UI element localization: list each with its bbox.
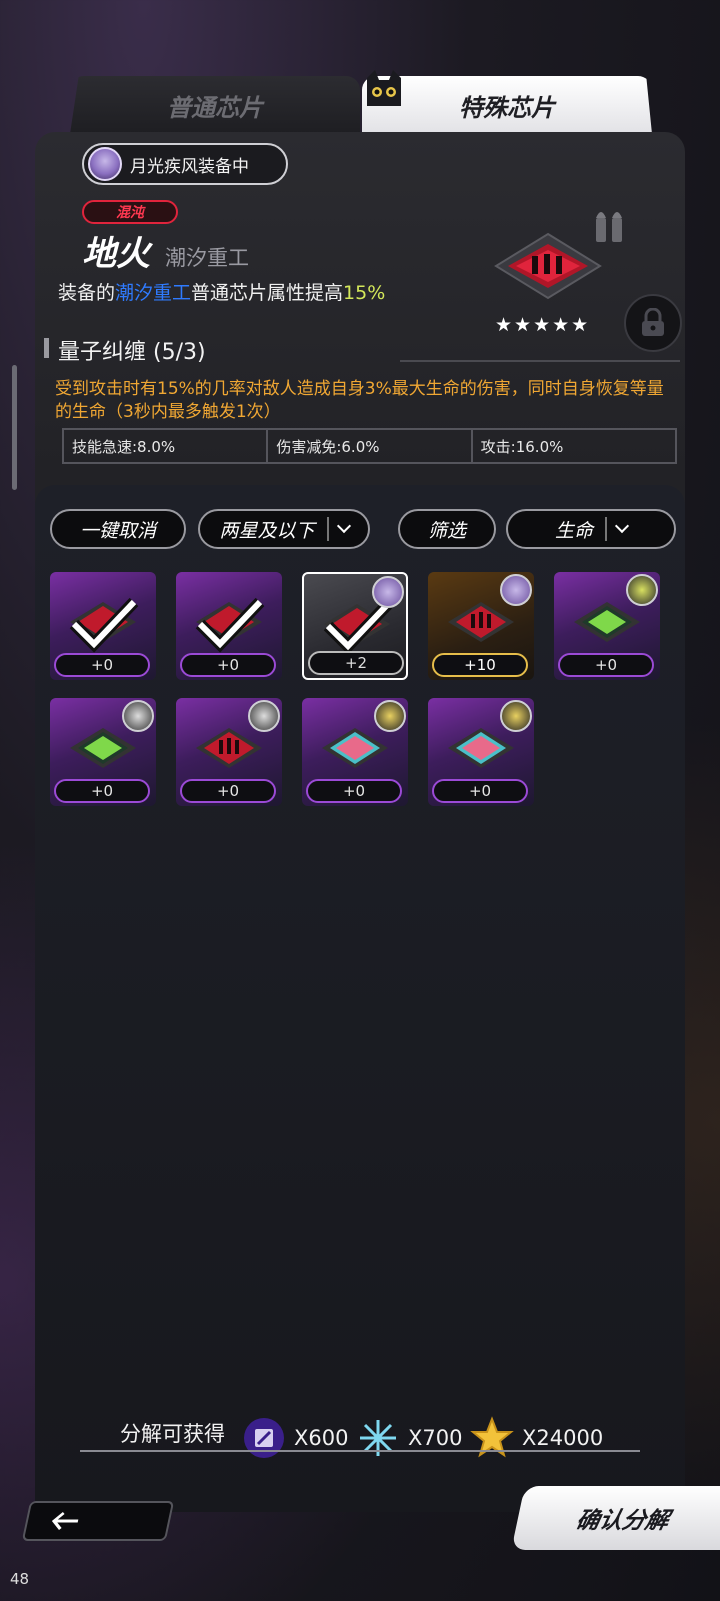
gold-star-icon — [470, 1416, 514, 1458]
reward-item: X600 — [242, 1416, 348, 1460]
reward-item: X700 — [356, 1416, 462, 1460]
rarity-badge: 混沌 — [82, 200, 178, 224]
sort-dropdown[interactable]: 生命 — [506, 509, 676, 549]
chevron-down-icon — [614, 518, 630, 534]
green-chip-icon — [70, 728, 136, 768]
tab-special-chips[interactable]: 特殊芯片 — [362, 76, 652, 134]
filter-label: 筛选 — [427, 519, 466, 542]
stat-table: 技能急速:8.0% 伤害减免:6.0% 攻击:16.0% — [62, 428, 677, 464]
chip-level: +0 — [54, 653, 150, 677]
pink-chip-icon — [322, 728, 388, 768]
crystal-icon — [360, 1420, 396, 1456]
equipped-by-pill[interactable]: 月光疾风装备中 — [82, 143, 288, 185]
avatar — [500, 574, 532, 606]
sort-label: 生命 — [554, 519, 593, 542]
set-description: 受到攻击时有15%的几率对敌人造成自身3%最大生命的伤害，同时自身恢复等量的生命… — [55, 379, 664, 422]
chip-preview-icon — [494, 232, 602, 300]
ammo-icon — [596, 212, 622, 242]
chip-level: +2 — [308, 651, 404, 675]
confirm-label: 确认分解 — [573, 1508, 672, 1534]
chevron-down-icon — [336, 518, 351, 534]
avatar — [122, 700, 154, 732]
cat-mascot-icon — [367, 70, 401, 106]
avatar — [372, 576, 404, 608]
chip-bonus-text: 装备的潮汐重工普通芯片属性提高15% — [58, 278, 385, 305]
avatar — [500, 700, 532, 732]
stat-skill-haste: 技能急速:8.0% — [64, 430, 269, 462]
back-button[interactable] — [21, 1501, 175, 1541]
star-filter-label: 两星及以下 — [219, 519, 315, 542]
chip-card[interactable]: +0 — [176, 698, 282, 806]
cancel-all-button[interactable]: 一键取消 — [50, 509, 186, 549]
chip-card[interactable]: +0 — [50, 572, 156, 680]
chip-name: 地火 — [82, 234, 150, 274]
equipped-by-label: 月光疾风装备中 — [130, 156, 249, 177]
filter-button[interactable]: 筛选 — [398, 509, 496, 549]
chip-card[interactable]: +0 — [50, 698, 156, 806]
cancel-all-label: 一键取消 — [79, 519, 156, 542]
avatar — [626, 574, 658, 606]
checkmark-icon — [195, 597, 265, 653]
lock-icon — [642, 308, 664, 336]
set-title: 量子纠缠 (5/3) — [58, 340, 206, 365]
tab-normal-chips[interactable]: 普通芯片 — [70, 76, 360, 134]
red-chip-icon — [448, 602, 514, 642]
divider — [400, 360, 680, 362]
back-arrow-icon — [51, 1511, 79, 1531]
green-chip-icon — [574, 602, 640, 642]
chip-level: +0 — [432, 779, 528, 803]
reward-amount: X24000 — [522, 1426, 604, 1450]
chip-card[interactable]: +0 — [302, 698, 408, 806]
scroll-indicator[interactable] — [12, 365, 17, 490]
lock-button[interactable] — [624, 294, 682, 352]
chip-level: +10 — [432, 653, 528, 677]
divider — [80, 1450, 640, 1452]
reward-amount: X600 — [294, 1426, 349, 1450]
chip-card-current[interactable]: +2 — [302, 572, 408, 680]
chip-level: +0 — [54, 779, 150, 803]
tab-special-label: 特殊芯片 — [459, 93, 555, 122]
star-filter-dropdown[interactable]: 两星及以下 — [198, 509, 370, 549]
chip-level: +0 — [180, 653, 276, 677]
chip-card[interactable]: +0 — [554, 572, 660, 680]
checkmark-icon — [69, 597, 139, 653]
star-rating: ★★★★★ — [495, 314, 591, 336]
chip-level: +0 — [306, 779, 402, 803]
avatar — [88, 147, 122, 181]
chip-level: +0 — [558, 653, 654, 677]
bonus-mid: 普通芯片属性提高 — [191, 282, 344, 304]
chip-card[interactable]: +0 — [176, 572, 282, 680]
red-chip-icon — [196, 728, 262, 768]
fps-counter: 48 — [10, 1570, 30, 1588]
reward-label: 分解可获得 — [120, 1422, 225, 1446]
chip-card[interactable]: +0 — [428, 698, 534, 806]
stat-damage-reduction: 伤害减免:6.0% — [268, 430, 473, 462]
purple-chip-icon — [244, 1418, 284, 1458]
avatar — [374, 700, 406, 732]
set-title-marker — [44, 338, 49, 358]
stat-attack: 攻击:16.0% — [480, 437, 564, 456]
confirm-dismantle-button[interactable]: 确认分解 — [511, 1486, 720, 1550]
chip-level: +0 — [180, 779, 276, 803]
tab-normal-label: 普通芯片 — [167, 93, 263, 122]
pink-chip-icon — [448, 728, 514, 768]
bonus-brand: 潮汐重工 — [115, 282, 192, 304]
avatar — [248, 700, 280, 732]
reward-item: X24000 — [470, 1416, 603, 1460]
reward-amount: X700 — [408, 1426, 463, 1450]
chip-brand: 潮汐重工 — [165, 246, 249, 270]
bonus-prefix: 装备的 — [58, 282, 116, 304]
chip-card[interactable]: +10 — [428, 572, 534, 680]
bonus-value: 15% — [343, 282, 386, 304]
